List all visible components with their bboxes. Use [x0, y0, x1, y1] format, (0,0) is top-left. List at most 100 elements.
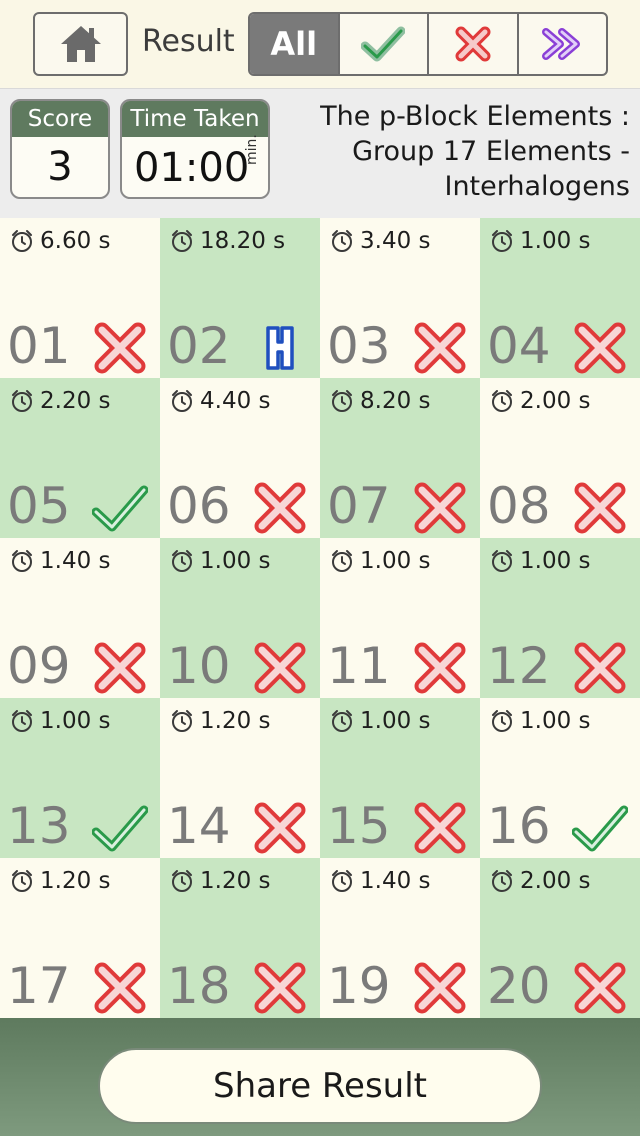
question-cell[interactable]: 6.60 s 01 [0, 218, 160, 378]
question-number: 11 [327, 637, 391, 695]
check-icon [91, 482, 149, 534]
question-number: 13 [7, 797, 71, 855]
question-time: 1.00 s [520, 708, 591, 734]
alarm-clock-icon [490, 389, 514, 413]
home-button[interactable] [33, 12, 128, 76]
top-toolbar: Result All [0, 0, 640, 88]
question-time: 4.40 s [200, 388, 271, 414]
alarm-clock-icon [170, 869, 194, 893]
question-cell[interactable]: 18.20 s 02 [160, 218, 320, 378]
alarm-clock-icon [10, 709, 34, 733]
question-number: 06 [167, 477, 231, 535]
question-cell[interactable]: 1.20 s 17 [0, 858, 160, 1018]
alarm-clock-icon [490, 869, 514, 893]
time-unit: min. [244, 134, 260, 165]
question-number: 18 [167, 957, 231, 1015]
question-cell[interactable]: 1.00 s 04 [480, 218, 640, 378]
question-cell[interactable]: 2.00 s 08 [480, 378, 640, 538]
alarm-clock-icon [330, 549, 354, 573]
question-cell[interactable]: 1.20 s 18 [160, 858, 320, 1018]
alarm-clock-icon [170, 709, 194, 733]
question-number: 19 [327, 957, 391, 1015]
question-time: 2.00 s [520, 388, 591, 414]
cross-icon [412, 482, 468, 534]
filter-all-button[interactable]: All [250, 14, 338, 74]
alarm-clock-icon [330, 869, 354, 893]
footer-bar: Share Result [0, 1018, 640, 1136]
question-cell[interactable]: 4.40 s 06 [160, 378, 320, 538]
double-chevron-right-icon [542, 28, 581, 60]
question-time: 1.00 s [40, 708, 111, 734]
filter-correct-button[interactable] [337, 14, 428, 74]
alarm-clock-icon [490, 229, 514, 253]
question-time: 1.00 s [520, 228, 591, 254]
question-time: 1.20 s [200, 868, 271, 894]
question-cell[interactable]: 1.00 s 11 [320, 538, 480, 698]
topic-title: The p-Block Elements : Group 17 Elements… [300, 99, 630, 204]
question-cell[interactable]: 2.20 s 05 [0, 378, 160, 538]
cross-icon [572, 962, 628, 1014]
result-label: Result [142, 24, 235, 59]
time-taken-value-wrap: 01:00 min. [122, 134, 268, 197]
question-cell[interactable]: 2.00 s 20 [480, 858, 640, 1018]
alarm-clock-icon [10, 389, 34, 413]
topic-line-2: Group 17 Elements - [352, 136, 630, 167]
time-taken-box: Time Taken 01:00 min. [120, 99, 270, 199]
question-number: 08 [487, 477, 551, 535]
cross-icon [252, 802, 308, 854]
cross-icon [92, 322, 148, 374]
alarm-clock-icon [10, 229, 34, 253]
alarm-clock-icon [490, 709, 514, 733]
alarm-clock-icon [170, 229, 194, 253]
check-icon [571, 802, 629, 854]
filter-all-label: All [270, 25, 318, 63]
question-cell[interactable]: 8.20 s 07 [320, 378, 480, 538]
share-result-button[interactable]: Share Result [98, 1048, 542, 1124]
alarm-clock-icon [170, 389, 194, 413]
cross-icon [252, 962, 308, 1014]
filter-skipped-button[interactable] [516, 14, 607, 74]
cross-icon [412, 642, 468, 694]
question-time: 1.40 s [360, 868, 431, 894]
question-number: 16 [487, 797, 551, 855]
question-cell[interactable]: 1.40 s 09 [0, 538, 160, 698]
alarm-clock-icon [330, 389, 354, 413]
question-cell[interactable]: 1.00 s 10 [160, 538, 320, 698]
alarm-clock-icon [330, 709, 354, 733]
cross-icon [92, 642, 148, 694]
question-time: 1.40 s [40, 548, 111, 574]
question-time: 2.20 s [40, 388, 111, 414]
question-cell[interactable]: 1.20 s 14 [160, 698, 320, 858]
filter-group: All [248, 12, 608, 76]
question-cell[interactable]: 1.00 s 15 [320, 698, 480, 858]
question-number: 12 [487, 637, 551, 695]
cross-icon [412, 962, 468, 1014]
cross-icon [92, 962, 148, 1014]
score-box: Score 3 [10, 99, 110, 199]
question-number: 03 [327, 317, 391, 375]
question-number: 01 [7, 317, 71, 375]
check-icon [361, 26, 406, 62]
question-time: 8.20 s [360, 388, 431, 414]
question-cell[interactable]: 3.40 s 03 [320, 218, 480, 378]
question-time: 1.00 s [360, 708, 431, 734]
question-number: 10 [167, 637, 231, 695]
cross-icon [455, 26, 491, 62]
cross-icon [412, 322, 468, 374]
home-icon [60, 26, 101, 62]
question-number: 15 [327, 797, 391, 855]
question-number: 07 [327, 477, 391, 535]
question-cell[interactable]: 1.00 s 12 [480, 538, 640, 698]
cross-icon [252, 482, 308, 534]
question-cell[interactable]: 1.00 s 13 [0, 698, 160, 858]
question-cell[interactable]: 1.00 s 16 [480, 698, 640, 858]
alarm-clock-icon [10, 549, 34, 573]
filter-wrong-button[interactable] [427, 14, 517, 74]
question-cell[interactable]: 1.40 s 19 [320, 858, 480, 1018]
question-time: 6.60 s [40, 228, 111, 254]
question-number: 02 [167, 317, 231, 375]
cross-icon [572, 322, 628, 374]
question-time: 2.00 s [520, 868, 591, 894]
question-number: 20 [487, 957, 551, 1015]
topic-line-3: Interhalogens [444, 171, 630, 202]
